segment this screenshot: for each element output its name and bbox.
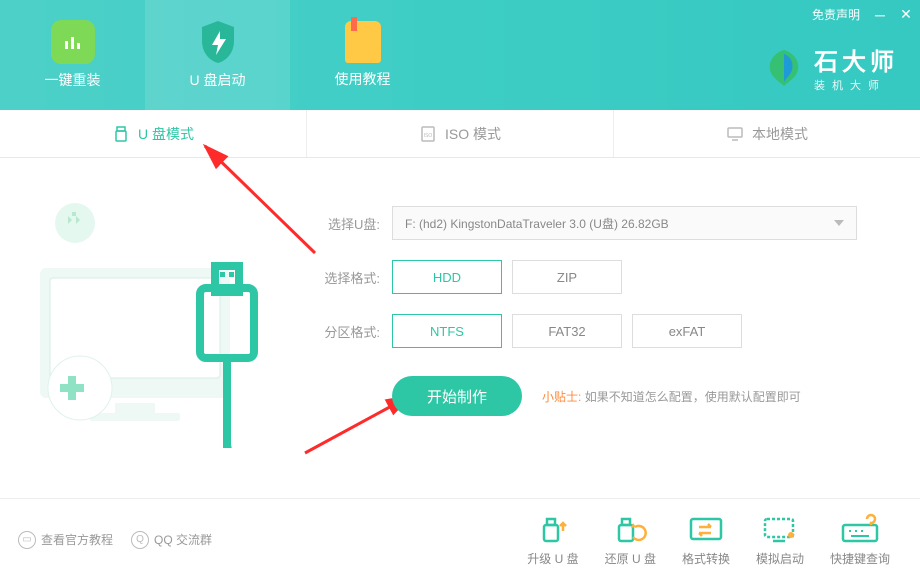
format-option-zip[interactable]: ZIP xyxy=(512,260,622,294)
tool-label: 升级 U 盘 xyxy=(527,550,578,567)
start-create-button[interactable]: 开始制作 xyxy=(392,376,522,416)
close-button[interactable]: ✕ xyxy=(900,9,912,21)
book-icon: ▭ xyxy=(18,531,36,549)
link-label: 查看官方教程 xyxy=(41,531,113,548)
bar-chart-icon xyxy=(51,20,95,64)
select-format-label: 选择格式: xyxy=(310,268,380,287)
brand-title: 石大师 xyxy=(814,42,898,77)
partition-option-fat32[interactable]: FAT32 xyxy=(512,314,622,348)
mode-tab-usb[interactable]: U 盘模式 xyxy=(0,110,307,157)
convert-icon xyxy=(685,513,727,545)
partition-option-exfat[interactable]: exFAT xyxy=(632,314,742,348)
tool-restore-usb[interactable]: 还原 U 盘 xyxy=(605,513,656,567)
iso-file-icon: ISO xyxy=(419,125,437,143)
book-icon xyxy=(345,21,381,63)
nav-label: 一键重装 xyxy=(45,70,101,90)
usb-disk-select[interactable]: F: (hd2) KingstonDataTraveler 3.0 (U盘) 2… xyxy=(392,206,857,240)
footer: ▭ 查看官方教程 Q QQ 交流群 升级 U 盘 还原 U 盘 格式转换 模拟启… xyxy=(0,498,920,580)
tool-upgrade-usb[interactable]: 升级 U 盘 xyxy=(527,513,578,567)
tool-format-convert[interactable]: 格式转换 xyxy=(682,513,730,567)
link-label: QQ 交流群 xyxy=(154,531,212,548)
hint-text: 小贴士: 如果不知道怎么配置，使用默认配置即可 xyxy=(542,388,801,405)
config-form: 选择U盘: F: (hd2) KingstonDataTraveler 3.0 … xyxy=(310,206,870,416)
tool-label: 模拟启动 xyxy=(756,550,804,567)
qq-group-link[interactable]: Q QQ 交流群 xyxy=(131,531,212,549)
tool-hotkey-query[interactable]: 快捷键查询 xyxy=(830,513,890,567)
nav-tab-tutorial[interactable]: 使用教程 xyxy=(290,0,435,110)
brand-subtitle: 装机大师 xyxy=(814,77,898,93)
keyboard-icon xyxy=(839,513,881,545)
hint-body: 如果不知道怎么配置，使用默认配置即可 xyxy=(585,390,801,404)
select-value: F: (hd2) KingstonDataTraveler 3.0 (U盘) 2… xyxy=(405,215,669,232)
nav-tab-reinstall[interactable]: 一键重装 xyxy=(0,0,145,110)
tool-simulate-boot[interactable]: 模拟启动 xyxy=(756,513,804,567)
tool-label: 还原 U 盘 xyxy=(605,550,656,567)
nav-label: U 盘启动 xyxy=(190,70,246,90)
usb-restore-icon xyxy=(609,513,651,545)
mode-tabs: U 盘模式 ISO ISO 模式 本地模式 xyxy=(0,110,920,158)
qq-icon: Q xyxy=(131,531,149,549)
partition-option-ntfs[interactable]: NTFS xyxy=(392,314,502,348)
monitor-play-icon xyxy=(759,513,801,545)
usb-monitor-illustration xyxy=(20,188,280,448)
format-option-hdd[interactable]: HDD xyxy=(392,260,502,294)
mode-label: 本地模式 xyxy=(752,124,808,144)
titlebar: 一键重装 U 盘启动 使用教程 免责声明 ─ ✕ 石大师 装机大师 xyxy=(0,0,920,110)
tutorial-link[interactable]: ▭ 查看官方教程 xyxy=(18,531,113,549)
disclaimer-link[interactable]: 免责声明 xyxy=(812,6,860,23)
hint-label: 小贴士: xyxy=(542,390,581,404)
tool-label: 快捷键查询 xyxy=(830,550,890,567)
shield-usb-icon xyxy=(196,20,240,64)
nav-label: 使用教程 xyxy=(335,69,391,89)
svg-text:ISO: ISO xyxy=(424,133,433,139)
usb-up-icon xyxy=(532,513,574,545)
monitor-icon xyxy=(726,125,744,143)
minimize-button[interactable]: ─ xyxy=(874,9,886,21)
mode-label: U 盘模式 xyxy=(138,124,194,144)
window-controls: 免责声明 ─ ✕ xyxy=(812,6,912,23)
tool-label: 格式转换 xyxy=(682,550,730,567)
mode-tab-iso[interactable]: ISO ISO 模式 xyxy=(307,110,614,157)
content-area: 选择U盘: F: (hd2) KingstonDataTraveler 3.0 … xyxy=(0,158,920,498)
usb-icon xyxy=(112,125,130,143)
nav-tab-usb-boot[interactable]: U 盘启动 xyxy=(145,0,290,110)
brand-logo-icon xyxy=(762,46,806,90)
select-disk-label: 选择U盘: xyxy=(310,214,380,233)
mode-label: ISO 模式 xyxy=(445,124,501,144)
partition-label: 分区格式: xyxy=(310,322,380,341)
brand: 石大师 装机大师 xyxy=(762,42,898,93)
mode-tab-local[interactable]: 本地模式 xyxy=(614,110,920,157)
